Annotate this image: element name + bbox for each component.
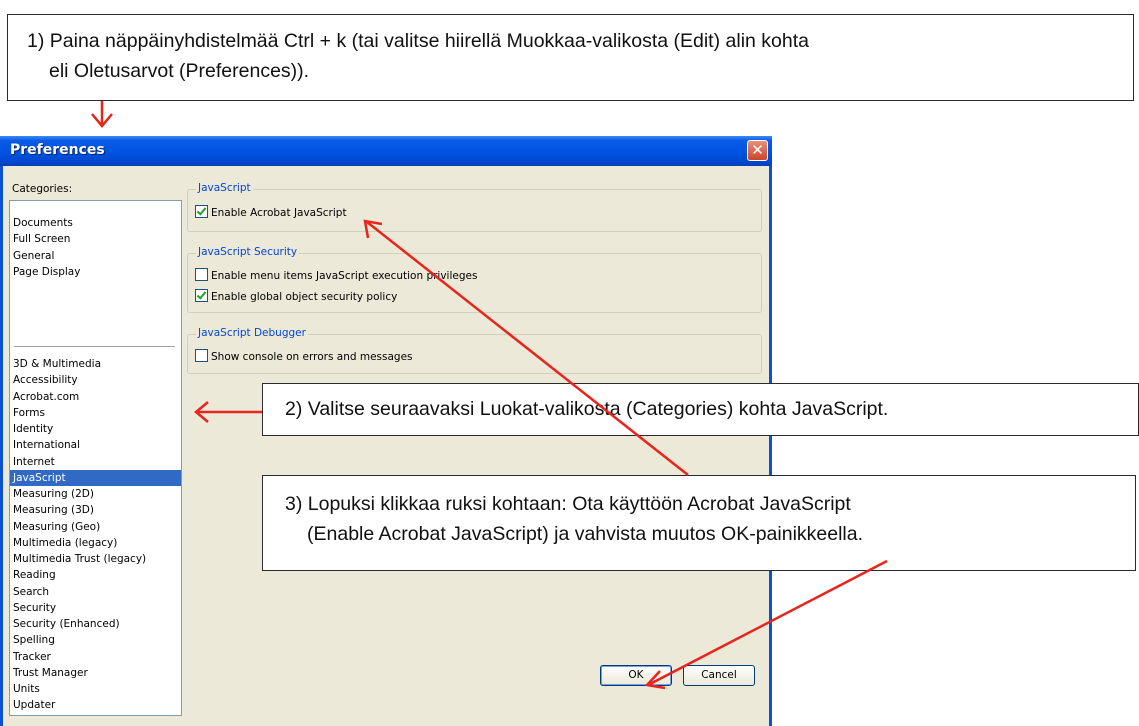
category-item-multimedia-trust-legacy[interactable]: Multimedia Trust (legacy) xyxy=(10,551,181,567)
javascript-debugger-group-title: JavaScript Debugger xyxy=(196,327,308,339)
enable-menu-items-label[interactable]: Enable menu items JavaScript execution p… xyxy=(211,270,477,282)
enable-global-object-label[interactable]: Enable global object security policy xyxy=(211,291,397,303)
javascript-group: JavaScript Enable Acrobat JavaScript xyxy=(187,182,762,232)
category-item-accessibility[interactable]: Accessibility xyxy=(10,372,181,388)
enable-acrobat-js-checkbox[interactable] xyxy=(195,205,208,218)
enable-global-object-row[interactable]: Enable global object security policy xyxy=(195,289,397,303)
categories-separator xyxy=(14,346,175,347)
category-item-security-enhanced[interactable]: Security (Enhanced) xyxy=(10,616,181,632)
enable-global-object-checkbox[interactable] xyxy=(195,289,208,302)
show-console-label[interactable]: Show console on errors and messages xyxy=(211,351,413,363)
dialog-title: Preferences xyxy=(10,142,105,158)
step3-line1: 3) Lopuksi klikkaa ruksi kohtaan: Ota kä… xyxy=(285,493,851,515)
step1-line1: 1) Paina näppäinyhdistelmää Ctrl + k (ta… xyxy=(27,30,809,52)
category-item-full-screen[interactable]: Full Screen xyxy=(10,231,181,247)
javascript-debugger-group: JavaScript Debugger Show console on erro… xyxy=(187,327,762,374)
close-button[interactable]: ✕ xyxy=(747,140,768,161)
category-item-multimedia-legacy[interactable]: Multimedia (legacy) xyxy=(10,535,181,551)
category-item-measuring-2d[interactable]: Measuring (2D) xyxy=(10,486,181,502)
category-item-units[interactable]: Units xyxy=(10,681,181,697)
category-item-javascript[interactable]: JavaScript xyxy=(10,469,181,486)
javascript-group-title: JavaScript xyxy=(196,182,253,194)
category-item-page-display[interactable]: Page Display xyxy=(10,264,181,280)
step2-line1: 2) Valitse seuraavaksi Luokat-valikosta … xyxy=(285,398,889,420)
title-bar[interactable]: Preferences ✕ xyxy=(0,136,772,166)
javascript-security-group: JavaScript Security Enable menu items Ja… xyxy=(187,246,762,313)
show-console-row[interactable]: Show console on errors and messages xyxy=(195,349,413,363)
ok-button[interactable]: OK xyxy=(600,665,672,686)
step3-line2: (Enable Acrobat JavaScript) ja vahvista … xyxy=(307,523,864,545)
enable-menu-items-checkbox[interactable] xyxy=(195,268,208,281)
enable-acrobat-js-row[interactable]: Enable Acrobat JavaScript xyxy=(195,205,347,219)
close-icon: ✕ xyxy=(751,141,764,159)
step2-callout: 2) Valitse seuraavaksi Luokat-valikosta … xyxy=(262,383,1139,436)
step1-callout: 1) Paina näppäinyhdistelmää Ctrl + k (ta… xyxy=(7,14,1134,101)
category-item-reading[interactable]: Reading xyxy=(10,567,181,583)
categories-label: Categories: xyxy=(12,183,73,195)
category-item-3d-multimedia[interactable]: 3D & Multimedia xyxy=(10,356,181,372)
show-console-checkbox[interactable] xyxy=(195,349,208,362)
categories-list[interactable]: Documents Full Screen General Page Display 3… xyxy=(9,200,182,716)
category-item-security[interactable]: Security xyxy=(10,600,181,616)
category-item-documents[interactable]: Documents xyxy=(10,215,181,231)
category-item-search[interactable]: Search xyxy=(10,584,181,600)
cancel-button[interactable]: Cancel xyxy=(683,665,755,686)
arrow-to-dialog-title xyxy=(91,101,113,128)
step3-callout: 3) Lopuksi klikkaa ruksi kohtaan: Ota kä… xyxy=(262,475,1136,571)
category-item-identity[interactable]: Identity xyxy=(10,421,181,437)
category-item-general[interactable]: General xyxy=(10,248,181,264)
category-item-trust-manager[interactable]: Trust Manager xyxy=(10,665,181,681)
enable-acrobat-js-label[interactable]: Enable Acrobat JavaScript xyxy=(211,207,347,219)
step1-line2: eli Oletusarvot (Preferences)). xyxy=(49,60,310,82)
enable-menu-items-row[interactable]: Enable menu items JavaScript execution p… xyxy=(195,268,477,282)
category-item-updater[interactable]: Updater xyxy=(10,697,181,713)
javascript-security-group-title: JavaScript Security xyxy=(196,246,300,258)
category-item-acrobat-com[interactable]: Acrobat.com xyxy=(10,389,181,405)
category-item-spelling[interactable]: Spelling xyxy=(10,632,181,648)
category-item-internet[interactable]: Internet xyxy=(10,454,181,470)
category-item-measuring-3d[interactable]: Measuring (3D) xyxy=(10,502,181,518)
category-item-tracker[interactable]: Tracker xyxy=(10,649,181,665)
category-item-measuring-geo[interactable]: Measuring (Geo) xyxy=(10,519,181,535)
category-item-forms[interactable]: Forms xyxy=(10,405,181,421)
category-item-international[interactable]: International xyxy=(10,437,181,453)
